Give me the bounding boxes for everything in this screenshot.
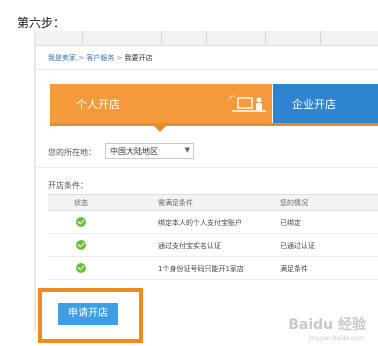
- tab-personal-label: 个人开店: [76, 98, 120, 111]
- check-icon: [76, 217, 86, 227]
- status-text: 已通过认证: [280, 242, 315, 250]
- breadcrumb-current: 我要开店: [124, 54, 153, 62]
- tab-personal-store[interactable]: 个人开店: [50, 84, 272, 123]
- region-select[interactable]: 中国大陆地区 ▼: [105, 143, 194, 159]
- status-text: 已绑定: [280, 219, 301, 227]
- region-value: 中国大陆地区: [110, 147, 158, 156]
- top-nav-tab-3[interactable]: [162, 31, 207, 44]
- check-icon: [76, 240, 86, 250]
- requirement-text: 1个身份证号码只能开1家店: [158, 265, 244, 273]
- table-row: 通过支付宝实名认证 已通过认证: [48, 234, 378, 257]
- conditions-label: 开店条件：: [48, 181, 88, 190]
- region-label: 您的所在地：: [48, 148, 96, 157]
- check-icon: [76, 263, 86, 273]
- divider: [36, 69, 378, 70]
- top-nav-tab-4[interactable]: [207, 31, 266, 44]
- tab-enterprise-store[interactable]: 企业开店: [273, 84, 378, 123]
- tab-enterprise-label: 企业开店: [292, 98, 336, 111]
- breadcrumb: 我是卖家 > 客户服务 > 我要开店: [48, 53, 153, 63]
- table-header: 状态 需满足条件 您的情况: [48, 194, 378, 211]
- header-requirement: 需满足条件: [158, 199, 193, 207]
- baidu-watermark: Baidu 经验: [288, 317, 366, 333]
- requirement-text: 绑定本人的个人支付宝账户: [158, 219, 242, 227]
- header-situation: 您的情况: [280, 199, 308, 207]
- tab-pointer: [154, 126, 166, 132]
- top-nav-tab-2[interactable]: [83, 31, 162, 44]
- breadcrumb-sep: >: [76, 54, 87, 62]
- step-label: 第六步：: [17, 16, 66, 30]
- apply-highlight: 申请开店: [38, 288, 143, 343]
- breadcrumb-home[interactable]: 我是卖家: [48, 54, 76, 62]
- status-text: 满足条件: [280, 265, 308, 273]
- table-row: 1个身份证号码只能开1家店 满足条件: [48, 257, 378, 280]
- baidu-watermark-url: jingyan.baidu.com: [308, 335, 364, 342]
- top-nav-tab-1[interactable]: [36, 31, 83, 44]
- top-nav-tab-5[interactable]: [266, 31, 321, 44]
- breadcrumb-service[interactable]: 客户服务: [86, 54, 114, 62]
- header-status: 状态: [74, 199, 88, 207]
- breadcrumb-sep: >: [114, 54, 125, 62]
- desk-person-icon: [228, 95, 266, 112]
- table-row: 绑定本人的个人支付宝账户 已绑定: [48, 211, 378, 234]
- requirement-text: 通过支付宝实名认证: [158, 242, 221, 250]
- tab-underline: [50, 123, 378, 126]
- top-nav: [36, 31, 378, 46]
- chevron-down-icon: ▼: [184, 146, 190, 154]
- divider: [36, 167, 378, 168]
- conditions-table: 状态 需满足条件 您的情况 绑定本人的个人支付宝账户 已绑定 通过支付宝实名认证…: [48, 194, 378, 280]
- store-panel: 我是卖家 > 客户服务 > 我要开店 个人开店 企业开店 您的所在地： 中国大陆…: [36, 31, 378, 331]
- apply-store-button[interactable]: 申请开店: [58, 303, 118, 325]
